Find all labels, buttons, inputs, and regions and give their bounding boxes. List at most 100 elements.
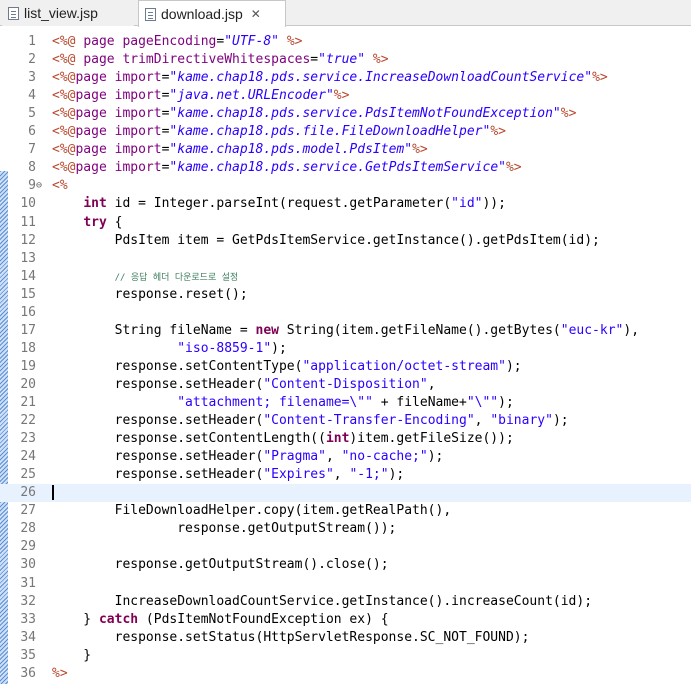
file-icon bbox=[8, 6, 19, 20]
code-token: = bbox=[310, 52, 319, 68]
line-number: 22 bbox=[20, 413, 36, 429]
code-token: int bbox=[325, 431, 350, 447]
code-token: %> bbox=[505, 160, 522, 176]
code-line[interactable]: 5 <%@page import="kame.chap18.pds.service… bbox=[0, 105, 691, 123]
close-icon[interactable]: ✕ bbox=[251, 7, 261, 21]
code-line[interactable]: 11 try { bbox=[0, 214, 691, 232]
code-line[interactable]: 9 ⊖ <% bbox=[0, 177, 691, 195]
code-line[interactable]: 32 IncreaseDownloadCountService.getInsta… bbox=[0, 593, 691, 611]
code-line[interactable]: 7 <%@page import="kame.chap18.pds.model.P… bbox=[0, 141, 691, 159]
code-line[interactable]: 30 response.getOutputStream().close(); bbox=[0, 556, 691, 574]
code-line[interactable]: 19 response.setContentType("application/… bbox=[0, 358, 691, 376]
line-number: 24 bbox=[20, 449, 36, 465]
code-token: page bbox=[83, 34, 123, 49]
line-number: 34 bbox=[20, 629, 36, 645]
code-token: page bbox=[83, 52, 123, 68]
line-number: 17 bbox=[20, 322, 36, 338]
code-token: page bbox=[75, 124, 115, 140]
code-token: ); bbox=[271, 340, 287, 356]
code-text: response.setContentLength((int)item.getF… bbox=[52, 430, 514, 448]
code-line[interactable]: 28 response.getOutputStream()); bbox=[0, 520, 691, 538]
tab-list-view-jsp[interactable]: list_view.jsp bbox=[2, 0, 134, 26]
code-line[interactable]: 18 "iso-8859-1"); bbox=[0, 340, 691, 358]
code-line[interactable]: 26 bbox=[0, 484, 691, 503]
code-text: } catch (PdsItemNotFoundException ex) { bbox=[52, 611, 389, 629]
code-line[interactable]: 22 response.setHeader("Content-Transfer-… bbox=[0, 412, 691, 430]
line-number: 35 bbox=[20, 647, 36, 663]
code-line[interactable]: 29 bbox=[0, 538, 691, 556]
code-line[interactable]: 6 <%@page import="kame.chap18.pds.file.Fi… bbox=[0, 123, 691, 141]
code-text: int id = Integer.parseInt(request.getPar… bbox=[52, 195, 506, 213]
code-token: )); bbox=[482, 196, 506, 212]
code-line[interactable]: 31 bbox=[0, 575, 691, 593]
tab-label: list_view.jsp bbox=[24, 5, 98, 21]
code-line[interactable]: 33 } catch (PdsItemNotFoundException ex)… bbox=[0, 611, 691, 629]
code-line[interactable]: 21 "attachment; filename=\"" + fileName+… bbox=[0, 394, 691, 412]
code-line[interactable]: 2 <%@ page trimDirectiveWhitespaces="true… bbox=[0, 51, 691, 69]
code-token: String(item.getFileName().getBytes( bbox=[278, 322, 561, 338]
code-token: page bbox=[75, 88, 115, 104]
code-token: "Pragma" bbox=[263, 449, 326, 465]
code-text: <%@ page trimDirectiveWhitespaces="true"… bbox=[52, 51, 389, 69]
code-token: import bbox=[114, 124, 162, 140]
code-line[interactable]: 24 response.setHeader("Pragma", "no-cach… bbox=[0, 448, 691, 466]
code-line[interactable]: 17 String fileName = new String(item.get… bbox=[0, 322, 691, 340]
code-line[interactable]: 20 response.setHeader("Content-Dispositi… bbox=[0, 376, 691, 394]
code-line[interactable]: 4 <%@page import="java.net.URLEncoder"%> bbox=[0, 87, 691, 105]
code-token: } bbox=[52, 611, 99, 627]
code-token: ); bbox=[388, 467, 405, 483]
code-text: "attachment; filename=\"" + fileName+"\"… bbox=[52, 394, 514, 412]
code-token: "Expires" bbox=[263, 467, 334, 483]
code-token: "true" bbox=[318, 52, 366, 68]
code-line[interactable]: 35 } bbox=[0, 647, 691, 665]
code-token: "kame.chap18.pds.file.FileDownloadHelper… bbox=[169, 124, 491, 140]
code-token: "attachment; filename=\"" bbox=[177, 395, 373, 410]
code-token: "iso-8859-1" bbox=[177, 340, 272, 356]
tab-download-jsp[interactable]: download.jsp ✕ bbox=[138, 0, 286, 27]
code-editor[interactable]: 1 <%@ page pageEncoding="UTF-8" %> 2 <%@ pa… bbox=[0, 27, 691, 684]
code-token: PdsItem item = GetPdsItemService.getInst… bbox=[52, 232, 600, 248]
code-token: new bbox=[255, 322, 279, 338]
code-line[interactable]: 3 <%@page import="kame.chap18.pds.service… bbox=[0, 69, 691, 87]
fold-toggle-icon[interactable]: ⊖ bbox=[36, 177, 42, 195]
code-text bbox=[52, 484, 54, 502]
code-token: %> bbox=[490, 124, 506, 140]
code-token: %> bbox=[365, 52, 389, 68]
code-text: PdsItem item = GetPdsItemService.getInst… bbox=[52, 232, 600, 250]
code-line[interactable]: 27 FileDownloadHelper.copy(item.getRealP… bbox=[0, 502, 691, 520]
code-token: page bbox=[75, 70, 115, 86]
code-line[interactable]: 15 response.reset(); bbox=[0, 286, 691, 304]
code-text: response.setStatus(HttpServletResponse.S… bbox=[52, 629, 530, 647]
line-number: 23 bbox=[20, 431, 36, 447]
code-token: "application/octet-stream" bbox=[302, 358, 506, 374]
code-line[interactable]: 10 int id = Integer.parseInt(request.get… bbox=[0, 195, 691, 213]
code-token: "Content-Disposition" bbox=[263, 376, 428, 392]
code-token: "binary" bbox=[490, 413, 553, 429]
code-line[interactable]: 1 <%@ page pageEncoding="UTF-8" %> bbox=[0, 33, 691, 51]
code-token: <%@ bbox=[52, 160, 76, 176]
code-token: <%@ bbox=[52, 52, 84, 68]
code-line[interactable]: 16 bbox=[0, 304, 691, 322]
code-token: FileDownloadHelper.copy(item.getRealPath… bbox=[52, 503, 452, 519]
code-line[interactable]: 34 response.setStatus(HttpServletRespons… bbox=[0, 629, 691, 647]
line-number: 2 bbox=[28, 52, 36, 68]
line-number: 28 bbox=[20, 521, 36, 537]
code-line[interactable]: 23 response.setContentLength((int)item.g… bbox=[0, 430, 691, 448]
code-token: %> bbox=[412, 142, 428, 158]
file-icon bbox=[145, 7, 156, 21]
line-number: 25 bbox=[20, 467, 36, 483]
code-line[interactable]: 8 <%@page import="kame.chap18.pds.service… bbox=[0, 159, 691, 177]
line-number: 26 bbox=[20, 485, 36, 501]
line-number: 1 bbox=[28, 34, 36, 49]
code-line[interactable]: 25 response.setHeader("Expires", "-1;"); bbox=[0, 466, 691, 484]
code-text: String fileName = new String(item.getFil… bbox=[52, 322, 639, 340]
code-token: "UTF-8" bbox=[224, 34, 279, 49]
line-number: 18 bbox=[20, 340, 36, 356]
code-line[interactable]: 12 PdsItem item = GetPdsItemService.getI… bbox=[0, 232, 691, 250]
line-number: 5 bbox=[28, 106, 36, 122]
code-text: response.setContentType("application/oct… bbox=[52, 358, 522, 376]
code-line[interactable]: 13 bbox=[0, 250, 691, 268]
code-line[interactable]: 14 // 응답 헤더 다운로드로 설정 bbox=[0, 268, 691, 286]
code-token: response.setContentType( bbox=[52, 358, 303, 374]
code-token: (PdsItemNotFoundException ex) { bbox=[138, 611, 389, 627]
